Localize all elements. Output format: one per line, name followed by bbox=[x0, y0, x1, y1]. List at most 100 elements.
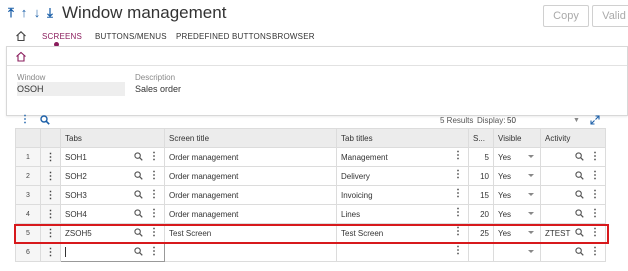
cell-tab-title[interactable]: ⋮ bbox=[336, 242, 469, 262]
more-vertical-icon[interactable]: ⋮ bbox=[149, 227, 159, 237]
more-vertical-icon[interactable]: ⋮ bbox=[20, 115, 30, 125]
more-vertical-icon[interactable]: ⋮ bbox=[149, 189, 159, 199]
cell-tab[interactable]: SOH3 ⋮ bbox=[60, 185, 165, 205]
more-vertical-icon[interactable]: ⋮ bbox=[453, 208, 463, 218]
cell-activity[interactable]: ZTEST ⋮ bbox=[540, 223, 606, 243]
more-vertical-icon[interactable]: ⋮ bbox=[46, 209, 56, 219]
cell-tab-title[interactable]: Test Screen ⋮ bbox=[336, 223, 469, 243]
cell-tab[interactable]: SOH2 ⋮ bbox=[60, 166, 165, 186]
cell-activity[interactable]: ⋮ bbox=[540, 147, 606, 167]
cell-screen-title[interactable]: Test Screen bbox=[164, 223, 337, 243]
chevron-down-icon[interactable] bbox=[528, 193, 534, 196]
cell-tab[interactable]: SOH1 ⋮ bbox=[60, 147, 165, 167]
search-icon[interactable] bbox=[134, 247, 143, 256]
cell-activity[interactable]: ⋮ bbox=[540, 242, 606, 262]
cell-sequence[interactable]: 5 bbox=[468, 147, 494, 167]
tab-screens[interactable]: SCREENS bbox=[42, 32, 82, 41]
tab-predefined-buttons[interactable]: PREDEFINED BUTTONS bbox=[176, 32, 271, 41]
cell-sequence[interactable]: 20 bbox=[468, 204, 494, 224]
expand-icon[interactable] bbox=[590, 115, 600, 125]
more-vertical-icon[interactable]: ⋮ bbox=[453, 170, 463, 180]
tab-buttons-menus[interactable]: BUTTONS/MENUS bbox=[95, 32, 167, 41]
more-vertical-icon[interactable]: ⋮ bbox=[46, 152, 56, 162]
cell-visible[interactable]: Yes bbox=[493, 204, 541, 224]
more-vertical-icon[interactable]: ⋮ bbox=[149, 151, 159, 161]
cell-visible[interactable]: Yes bbox=[493, 166, 541, 186]
chevron-down-icon[interactable] bbox=[528, 212, 534, 215]
home-icon[interactable] bbox=[15, 30, 27, 42]
cell-screen-title[interactable] bbox=[164, 242, 337, 262]
more-vertical-icon[interactable]: ⋮ bbox=[590, 208, 600, 218]
more-vertical-icon[interactable]: ⋮ bbox=[453, 227, 463, 237]
row-menu[interactable]: ⋮ bbox=[40, 185, 61, 205]
cell-visible[interactable]: Yes bbox=[493, 223, 541, 243]
more-vertical-icon[interactable]: ⋮ bbox=[149, 170, 159, 180]
cell-tab-title[interactable]: Lines ⋮ bbox=[336, 204, 469, 224]
table-row[interactable]: 4 ⋮ SOH4 ⋮ Order management Lines ⋮ 20 Yes ⋮ bbox=[15, 204, 606, 224]
valid-button[interactable]: Valid bbox=[592, 5, 628, 27]
cell-tab-title[interactable]: Invoicing ⋮ bbox=[336, 185, 469, 205]
more-vertical-icon[interactable]: ⋮ bbox=[453, 189, 463, 199]
search-icon[interactable] bbox=[575, 228, 584, 237]
search-icon[interactable] bbox=[134, 171, 143, 180]
more-vertical-icon[interactable]: ⋮ bbox=[149, 246, 159, 256]
arrow-up-icon[interactable]: ↑ bbox=[19, 5, 29, 21]
search-icon[interactable] bbox=[134, 228, 143, 237]
more-vertical-icon[interactable]: ⋮ bbox=[590, 189, 600, 199]
table-row[interactable]: 5 ⋮ ZSOH5 ⋮ Test Screen Test Screen ⋮ 25 Yes ZTES… bbox=[15, 223, 606, 243]
cell-tab[interactable]: ZSOH5 ⋮ bbox=[60, 223, 165, 243]
table-row[interactable]: 1 ⋮ SOH1 ⋮ Order management Management ⋮ 5 Yes ⋮ bbox=[15, 147, 606, 167]
search-icon[interactable] bbox=[575, 171, 584, 180]
cell-sequence[interactable]: 15 bbox=[468, 185, 494, 205]
cell-screen-title[interactable]: Order management bbox=[164, 185, 337, 205]
cell-visible[interactable]: Yes bbox=[493, 185, 541, 205]
row-menu[interactable]: ⋮ bbox=[40, 166, 61, 186]
search-icon[interactable] bbox=[575, 209, 584, 218]
search-icon[interactable] bbox=[134, 209, 143, 218]
copy-button[interactable]: Copy bbox=[543, 5, 589, 27]
more-vertical-icon[interactable]: ⋮ bbox=[590, 227, 600, 237]
cell-screen-title[interactable]: Order management bbox=[164, 147, 337, 167]
cell-visible[interactable]: Yes bbox=[493, 147, 541, 167]
cell-activity[interactable]: ⋮ bbox=[540, 185, 606, 205]
search-icon[interactable] bbox=[40, 115, 50, 125]
cell-screen-title[interactable]: Order management bbox=[164, 204, 337, 224]
cell-tab[interactable]: ⋮ bbox=[60, 242, 165, 262]
arrow-down-icon[interactable]: ↓ bbox=[32, 5, 42, 21]
chevron-down-icon[interactable] bbox=[528, 174, 534, 177]
more-vertical-icon[interactable]: ⋮ bbox=[46, 171, 56, 181]
cell-tab-title[interactable]: Delivery ⋮ bbox=[336, 166, 469, 186]
row-menu[interactable]: ⋮ bbox=[40, 204, 61, 224]
search-icon[interactable] bbox=[575, 152, 584, 161]
column-header-screen-title[interactable]: Screen title bbox=[164, 128, 337, 148]
cell-activity[interactable]: ⋮ bbox=[540, 204, 606, 224]
cell-screen-title[interactable]: Order management bbox=[164, 166, 337, 186]
row-menu[interactable]: ⋮ bbox=[40, 147, 61, 167]
search-icon[interactable] bbox=[134, 152, 143, 161]
column-header-tab-titles[interactable]: Tab titles bbox=[336, 128, 469, 148]
home-icon[interactable] bbox=[15, 51, 27, 62]
more-vertical-icon[interactable]: ⋮ bbox=[46, 247, 56, 257]
more-vertical-icon[interactable]: ⋮ bbox=[46, 228, 56, 238]
cell-activity[interactable]: ⋮ bbox=[540, 166, 606, 186]
chevron-down-icon[interactable] bbox=[528, 250, 534, 253]
more-vertical-icon[interactable]: ⋮ bbox=[149, 208, 159, 218]
more-vertical-icon[interactable]: ⋮ bbox=[590, 170, 600, 180]
display-select[interactable]: 50 bbox=[507, 116, 516, 125]
more-vertical-icon[interactable]: ⋮ bbox=[590, 151, 600, 161]
cell-sequence[interactable] bbox=[468, 242, 494, 262]
search-icon[interactable] bbox=[575, 190, 584, 199]
more-vertical-icon[interactable]: ⋮ bbox=[46, 190, 56, 200]
table-row[interactable]: 2 ⋮ SOH2 ⋮ Order management Delivery ⋮ 10 Yes ⋮ bbox=[15, 166, 606, 186]
column-header-activity[interactable]: Activity bbox=[540, 128, 606, 148]
more-vertical-icon[interactable]: ⋮ bbox=[453, 246, 463, 256]
cell-sequence[interactable]: 25 bbox=[468, 223, 494, 243]
more-vertical-icon[interactable]: ⋮ bbox=[453, 151, 463, 161]
search-icon[interactable] bbox=[134, 190, 143, 199]
column-header-sequence[interactable]: S... bbox=[468, 128, 494, 148]
column-header-visible[interactable]: Visible bbox=[493, 128, 541, 148]
chevron-down-icon[interactable]: ▼ bbox=[573, 117, 580, 124]
cell-visible[interactable] bbox=[493, 242, 541, 262]
tab-browser[interactable]: BROWSER bbox=[272, 32, 315, 41]
arrow-last-icon[interactable]: ⤓ bbox=[45, 5, 55, 21]
